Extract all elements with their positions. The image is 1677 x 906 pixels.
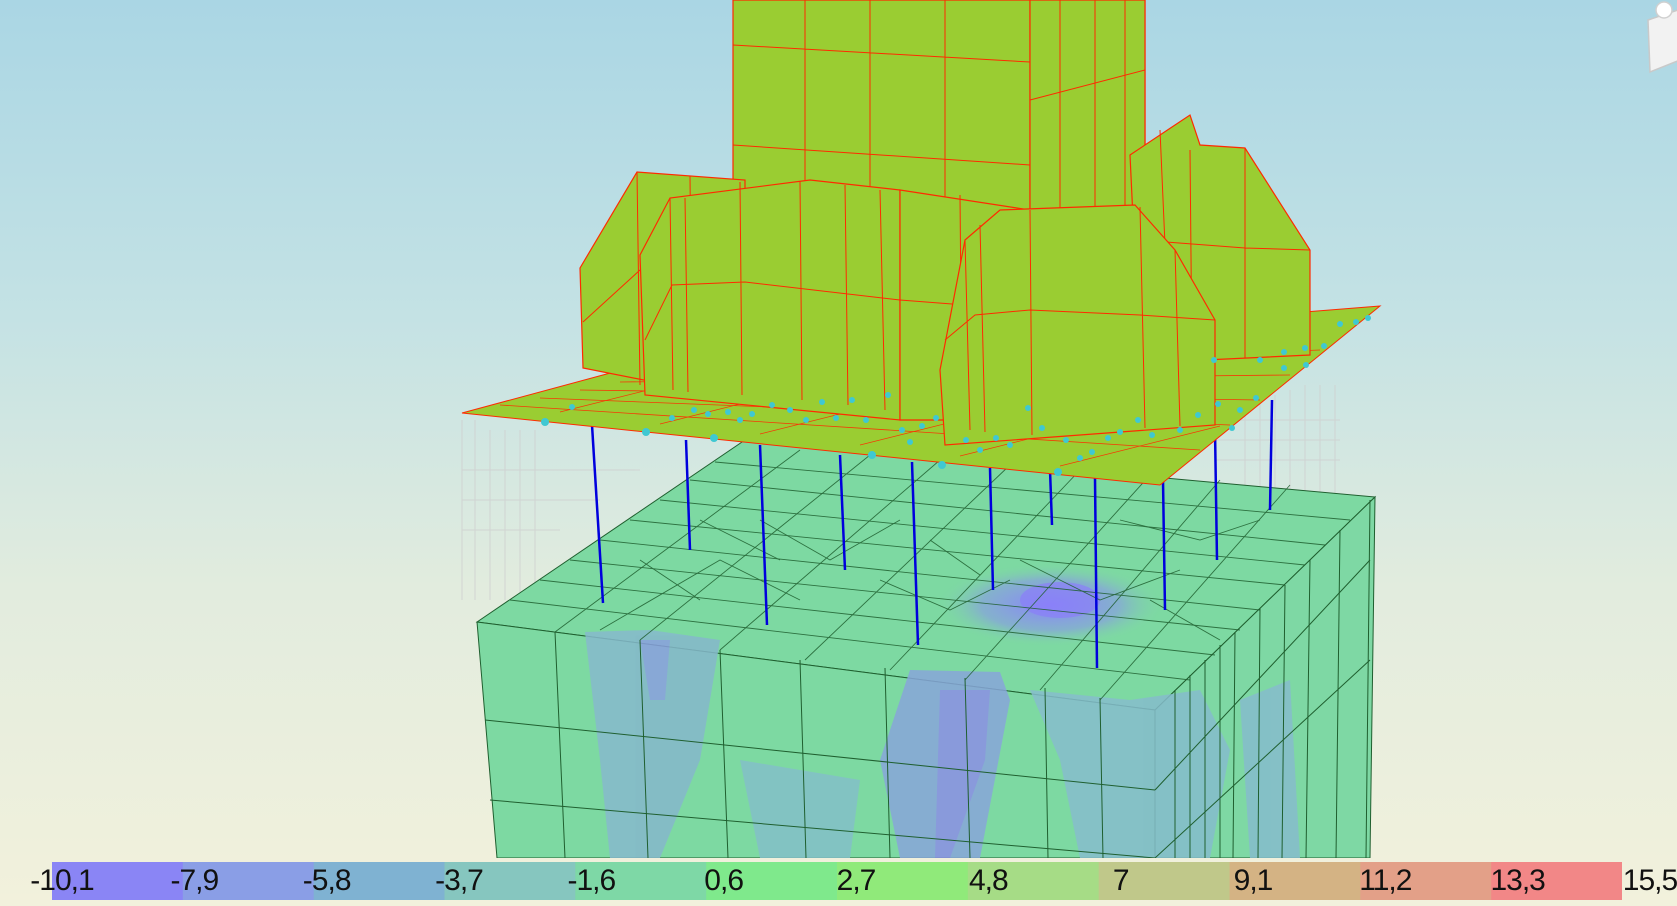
legend-label: 7	[1112, 864, 1130, 897]
legend-label: 9,1	[1233, 864, 1274, 897]
legend-label: 0,6	[704, 864, 744, 897]
legend-label: -1,6	[567, 864, 616, 897]
color-scale-legend: -10,1 -7,9 -5,8 -3,7 -1,6 0,6 2,7 4,8 7 9,1 11,2 13…	[0, 858, 1677, 906]
legend-label: -3,7	[435, 864, 484, 897]
model-viewport[interactable]: -10,1 -7,9 -5,8 -3,7 -1,6 0,6 2,7 4,8 7 9,1 11,2 13…	[0, 0, 1677, 906]
legend-label: 15,5	[1622, 864, 1677, 897]
legend-label: -10,1	[30, 864, 94, 897]
structure-scene[interactable]	[0, 0, 1677, 858]
legend-label: 13,3	[1490, 864, 1545, 897]
core-tower-front	[732, 0, 1031, 211]
legend-label: 2,7	[836, 864, 877, 897]
legend-label: -7,9	[170, 864, 219, 897]
view-cube-icon[interactable]	[1640, 0, 1677, 80]
legend-label: 4,8	[968, 864, 1009, 897]
soil-block[interactable]	[475, 439, 1377, 858]
legend-label: -5,8	[302, 864, 352, 897]
superstructure[interactable]	[579, 0, 1311, 446]
legend-label: 11,2	[1359, 864, 1412, 897]
